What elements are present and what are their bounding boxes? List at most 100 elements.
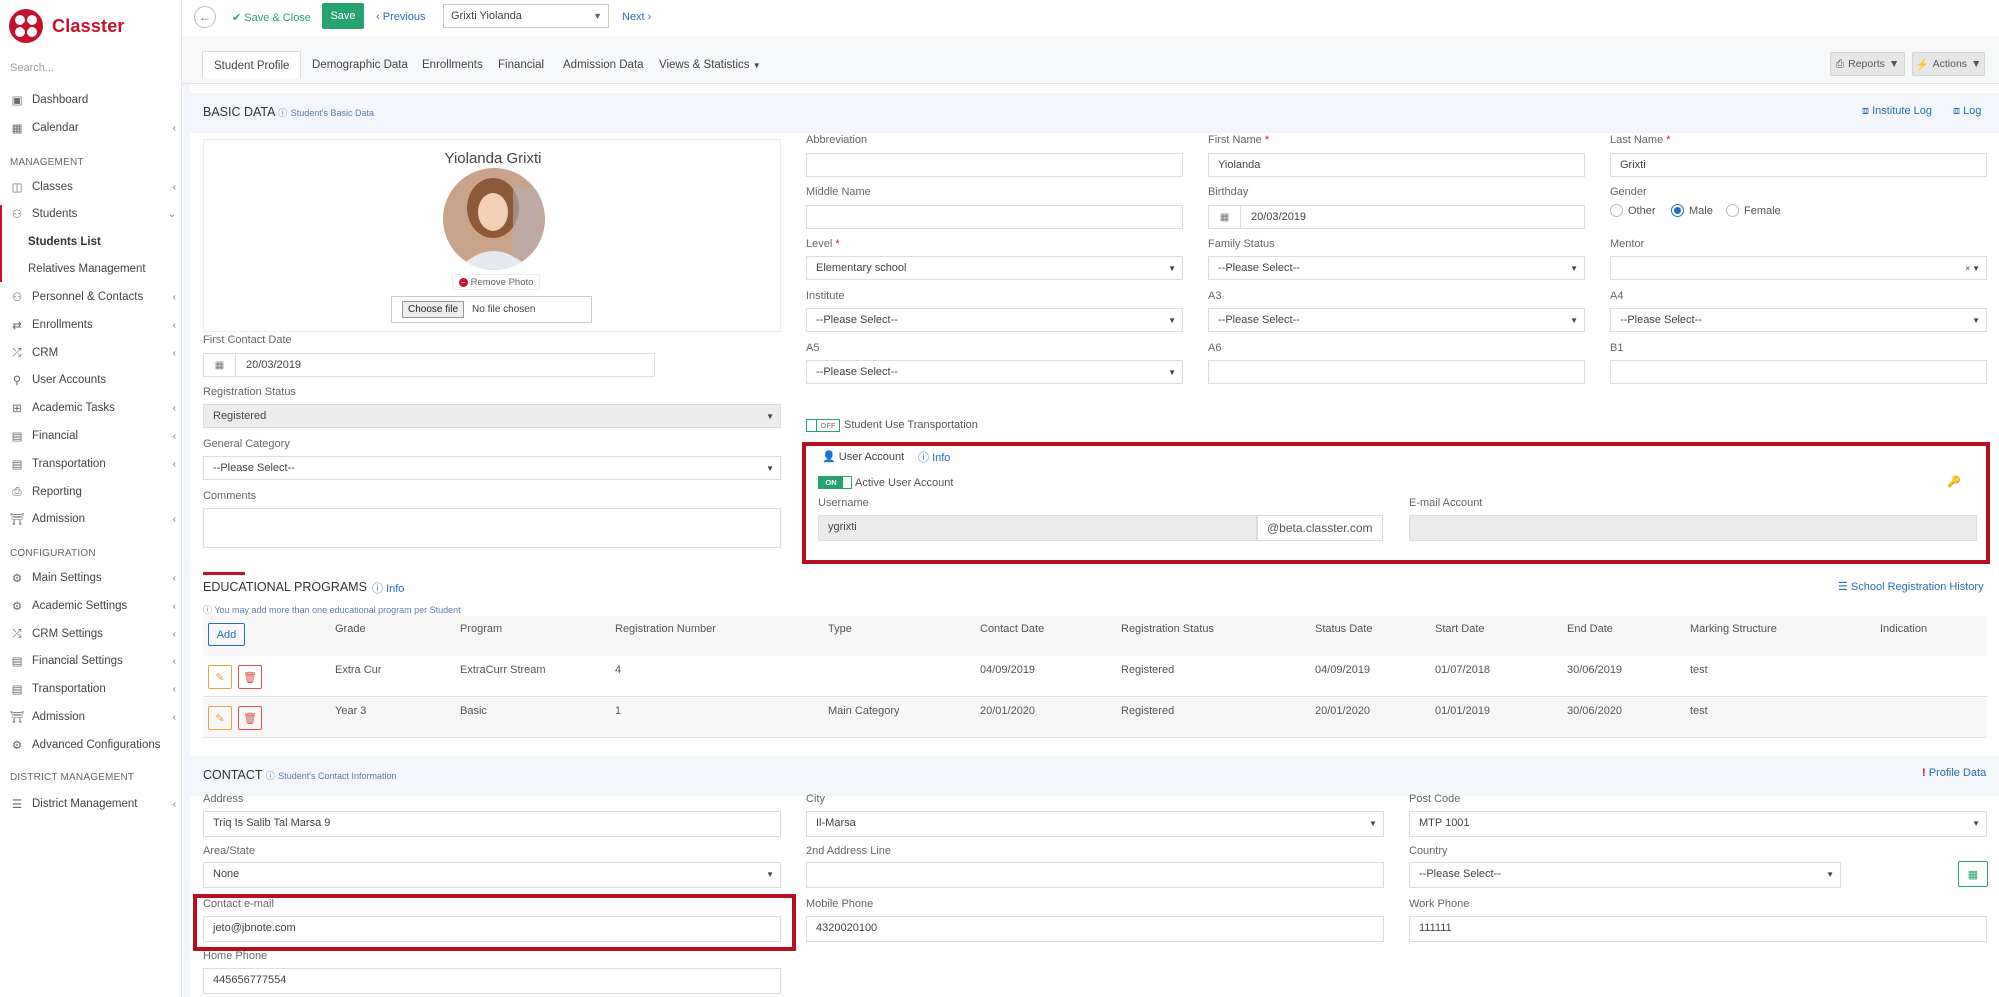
country-select[interactable]: --Please Select-- ▼ — [1409, 862, 1841, 888]
student-select[interactable]: Grixti Yiolanda ▼ — [443, 4, 609, 28]
mentor-select[interactable]: × ▼ — [1610, 256, 1987, 280]
sidebar-item-financial-settings[interactable]: ▤ Financial Settings ‹ — [0, 650, 182, 672]
calendar-icon: ▦ — [11, 123, 23, 135]
key-icon[interactable]: 🔑 — [1947, 475, 1961, 488]
mobile-input[interactable]: 4320020100 — [806, 916, 1384, 942]
home-phone-input[interactable]: 445656777554 — [203, 968, 781, 994]
gender-radio-male[interactable]: Male — [1671, 204, 1713, 217]
profile-data-link[interactable]: ! Profile Data — [1922, 767, 1986, 779]
bus-icon: ▤ — [11, 684, 23, 696]
actions-button[interactable]: ⚡ Actions ▼ — [1912, 52, 1985, 76]
sidebar-item-advanced-configurations[interactable]: ⚙ Advanced Configurations — [0, 734, 182, 756]
area-select[interactable]: None ▼ — [203, 862, 781, 888]
general-category-select[interactable]: --Please Select-- ▼ — [203, 456, 781, 480]
previous-button[interactable]: ‹ Previous — [376, 11, 426, 23]
tab-enrollments[interactable]: Enrollments — [411, 51, 494, 79]
sidebar-item-academic-settings[interactable]: ⚙ Academic Settings ‹ — [0, 595, 182, 617]
user-account-info-link[interactable]: ⓘ Info — [918, 449, 950, 465]
sidebar-item-reporting[interactable]: ⎙ Reporting — [0, 481, 182, 503]
address-input[interactable]: Triq Is Salib Tal Marsa 9 — [203, 811, 781, 837]
email-account-input[interactable] — [1409, 515, 1977, 541]
gender-radio-female[interactable]: Female — [1726, 204, 1781, 217]
sidebar-item-students-list[interactable]: Students List — [0, 231, 182, 253]
birthday-date-field[interactable]: ▦ 20/03/2019 — [1208, 205, 1585, 229]
address2-input[interactable] — [806, 862, 1384, 888]
key-icon: ⚲ — [12, 375, 22, 387]
comments-textarea[interactable] — [203, 508, 781, 548]
add-program-button[interactable]: Add — [208, 623, 245, 646]
delete-icon[interactable]: 🗑 — [238, 706, 262, 730]
sidebar-item-students[interactable]: ⚇ Students ⌄ — [0, 203, 182, 225]
sidebar-item-admission[interactable]: ⛩ Admission ‹ — [0, 508, 182, 530]
log-link[interactable]: ⧈ Log — [1953, 105, 1981, 118]
back-button[interactable]: ← — [194, 6, 216, 28]
sidebar-item-personnel-contacts[interactable]: ⚇ Personnel & Contacts ‹ — [0, 286, 182, 308]
delete-icon[interactable]: 🗑 — [238, 665, 262, 689]
tab-admission-data[interactable]: Admission Data — [552, 51, 655, 79]
save-button[interactable]: Save — [322, 3, 364, 29]
a6-input[interactable] — [1208, 360, 1585, 384]
clear-icon[interactable]: × — [1965, 264, 1970, 273]
sidebar-item-classes[interactable]: ◫ Classes ‹ — [0, 176, 182, 198]
work-phone-input[interactable]: 111111 — [1409, 916, 1987, 942]
a3-select[interactable]: --Please Select-- ▼ — [1208, 308, 1585, 332]
sidebar-item-financial[interactable]: ▤ Financial ‹ — [0, 425, 182, 447]
sidebar-item-relatives-management[interactable]: Relatives Management — [0, 258, 182, 280]
registration-status-select[interactable]: Registered ▼ — [203, 404, 781, 428]
sidebar-item-label: Financial Settings — [32, 655, 123, 667]
sidebar-item-main-settings[interactable]: ⚙ Main Settings ‹ — [0, 567, 182, 589]
institute-log-link[interactable]: ⧈ Institute Log — [1862, 105, 1932, 118]
logo[interactable]: Classter — [8, 8, 125, 44]
last-name-input[interactable]: Grixti — [1610, 153, 1987, 177]
edit-icon[interactable]: ✎ — [208, 665, 232, 689]
institute-select[interactable]: --Please Select-- ▼ — [806, 308, 1183, 332]
first-contact-date-field[interactable]: ▦ 20/03/2019 — [203, 353, 655, 377]
sidebar-item-transportation[interactable]: ▤ Transportation ‹ — [0, 453, 182, 475]
next-button[interactable]: Next › — [622, 11, 651, 23]
reports-button[interactable]: ⎙ Reports ▼ — [1830, 52, 1905, 76]
sidebar-item-calendar[interactable]: ▦ Calendar ‹ — [0, 117, 182, 139]
tab-student-profile[interactable]: Student Profile — [202, 51, 302, 79]
tab-financial[interactable]: Financial — [487, 51, 555, 79]
sidebar-item-district-management[interactable]: ☰ District Management ‹ — [0, 793, 182, 815]
tab-demographic-data[interactable]: Demographic Data — [301, 51, 419, 79]
photo-file-input[interactable]: Choose file No file chosen — [391, 296, 592, 323]
contact-email-input[interactable]: jeto@jbnote.com — [203, 916, 781, 942]
sidebar-item-dashboard[interactable]: ▣ Dashboard — [0, 89, 182, 111]
school-registration-history-link[interactable]: ☰ School Registration History — [1838, 580, 1984, 593]
sidebar-item-crm-settings[interactable]: ⤮ CRM Settings ‹ — [0, 623, 182, 645]
gender-radio-other[interactable]: Other — [1610, 204, 1656, 217]
transportation-toggle[interactable]: OFF — [806, 419, 840, 432]
family-status-select[interactable]: --Please Select-- ▼ — [1208, 256, 1585, 280]
middle-name-label: Middle Name — [806, 186, 871, 198]
sidebar-item-user-accounts[interactable]: ⚲ User Accounts — [0, 369, 182, 391]
sidebar-search[interactable]: Search... — [10, 62, 54, 74]
a4-select[interactable]: --Please Select-- ▼ — [1610, 308, 1987, 332]
abbreviation-input[interactable] — [806, 153, 1183, 177]
active-user-toggle[interactable]: ON — [818, 476, 852, 489]
city-select[interactable]: Il-Marsa ▼ — [806, 811, 1384, 837]
sidebar-item-admission[interactable]: ⛩ Admission ‹ — [0, 706, 182, 728]
b1-input[interactable] — [1610, 360, 1987, 384]
remove-photo-button[interactable]: − Remove Photo — [452, 274, 540, 290]
username-input[interactable]: ygrixti — [818, 515, 1257, 541]
sidebar-item-crm[interactable]: ⤮ CRM ‹ — [0, 342, 182, 364]
edit-icon[interactable]: ✎ — [208, 706, 232, 730]
sidebar-item-transportation[interactable]: ▤ Transportation ‹ — [0, 678, 182, 700]
column-header: Marking Structure — [1690, 623, 1777, 635]
gears-icon: ⚙ — [11, 601, 23, 613]
a5-select[interactable]: --Please Select-- ▼ — [806, 360, 1183, 384]
sidebar-item-enrollments[interactable]: ⇄ Enrollments ‹ — [0, 314, 182, 336]
choose-file-button[interactable]: Choose file — [402, 301, 465, 318]
tab-views-statistics[interactable]: Views & Statistics ▼ — [648, 51, 772, 79]
postcode-select[interactable]: MTP 1001 ▼ — [1409, 811, 1987, 837]
first-name-input[interactable]: Yiolanda — [1208, 153, 1585, 177]
column-header: Registration Status — [1121, 623, 1214, 635]
sidebar-item-academic-tasks[interactable]: ⊞ Academic Tasks ‹ — [0, 397, 182, 419]
middle-name-input[interactable] — [806, 205, 1183, 229]
map-button[interactable]: ▦ — [1958, 861, 1988, 887]
programs-info-link[interactable]: ⓘ Info — [372, 580, 404, 596]
level-select[interactable]: Elementary school ▼ — [806, 256, 1183, 280]
save-close-button[interactable]: ✔ Save & Close — [232, 11, 311, 24]
active-user-label: Active User Account — [855, 477, 954, 489]
